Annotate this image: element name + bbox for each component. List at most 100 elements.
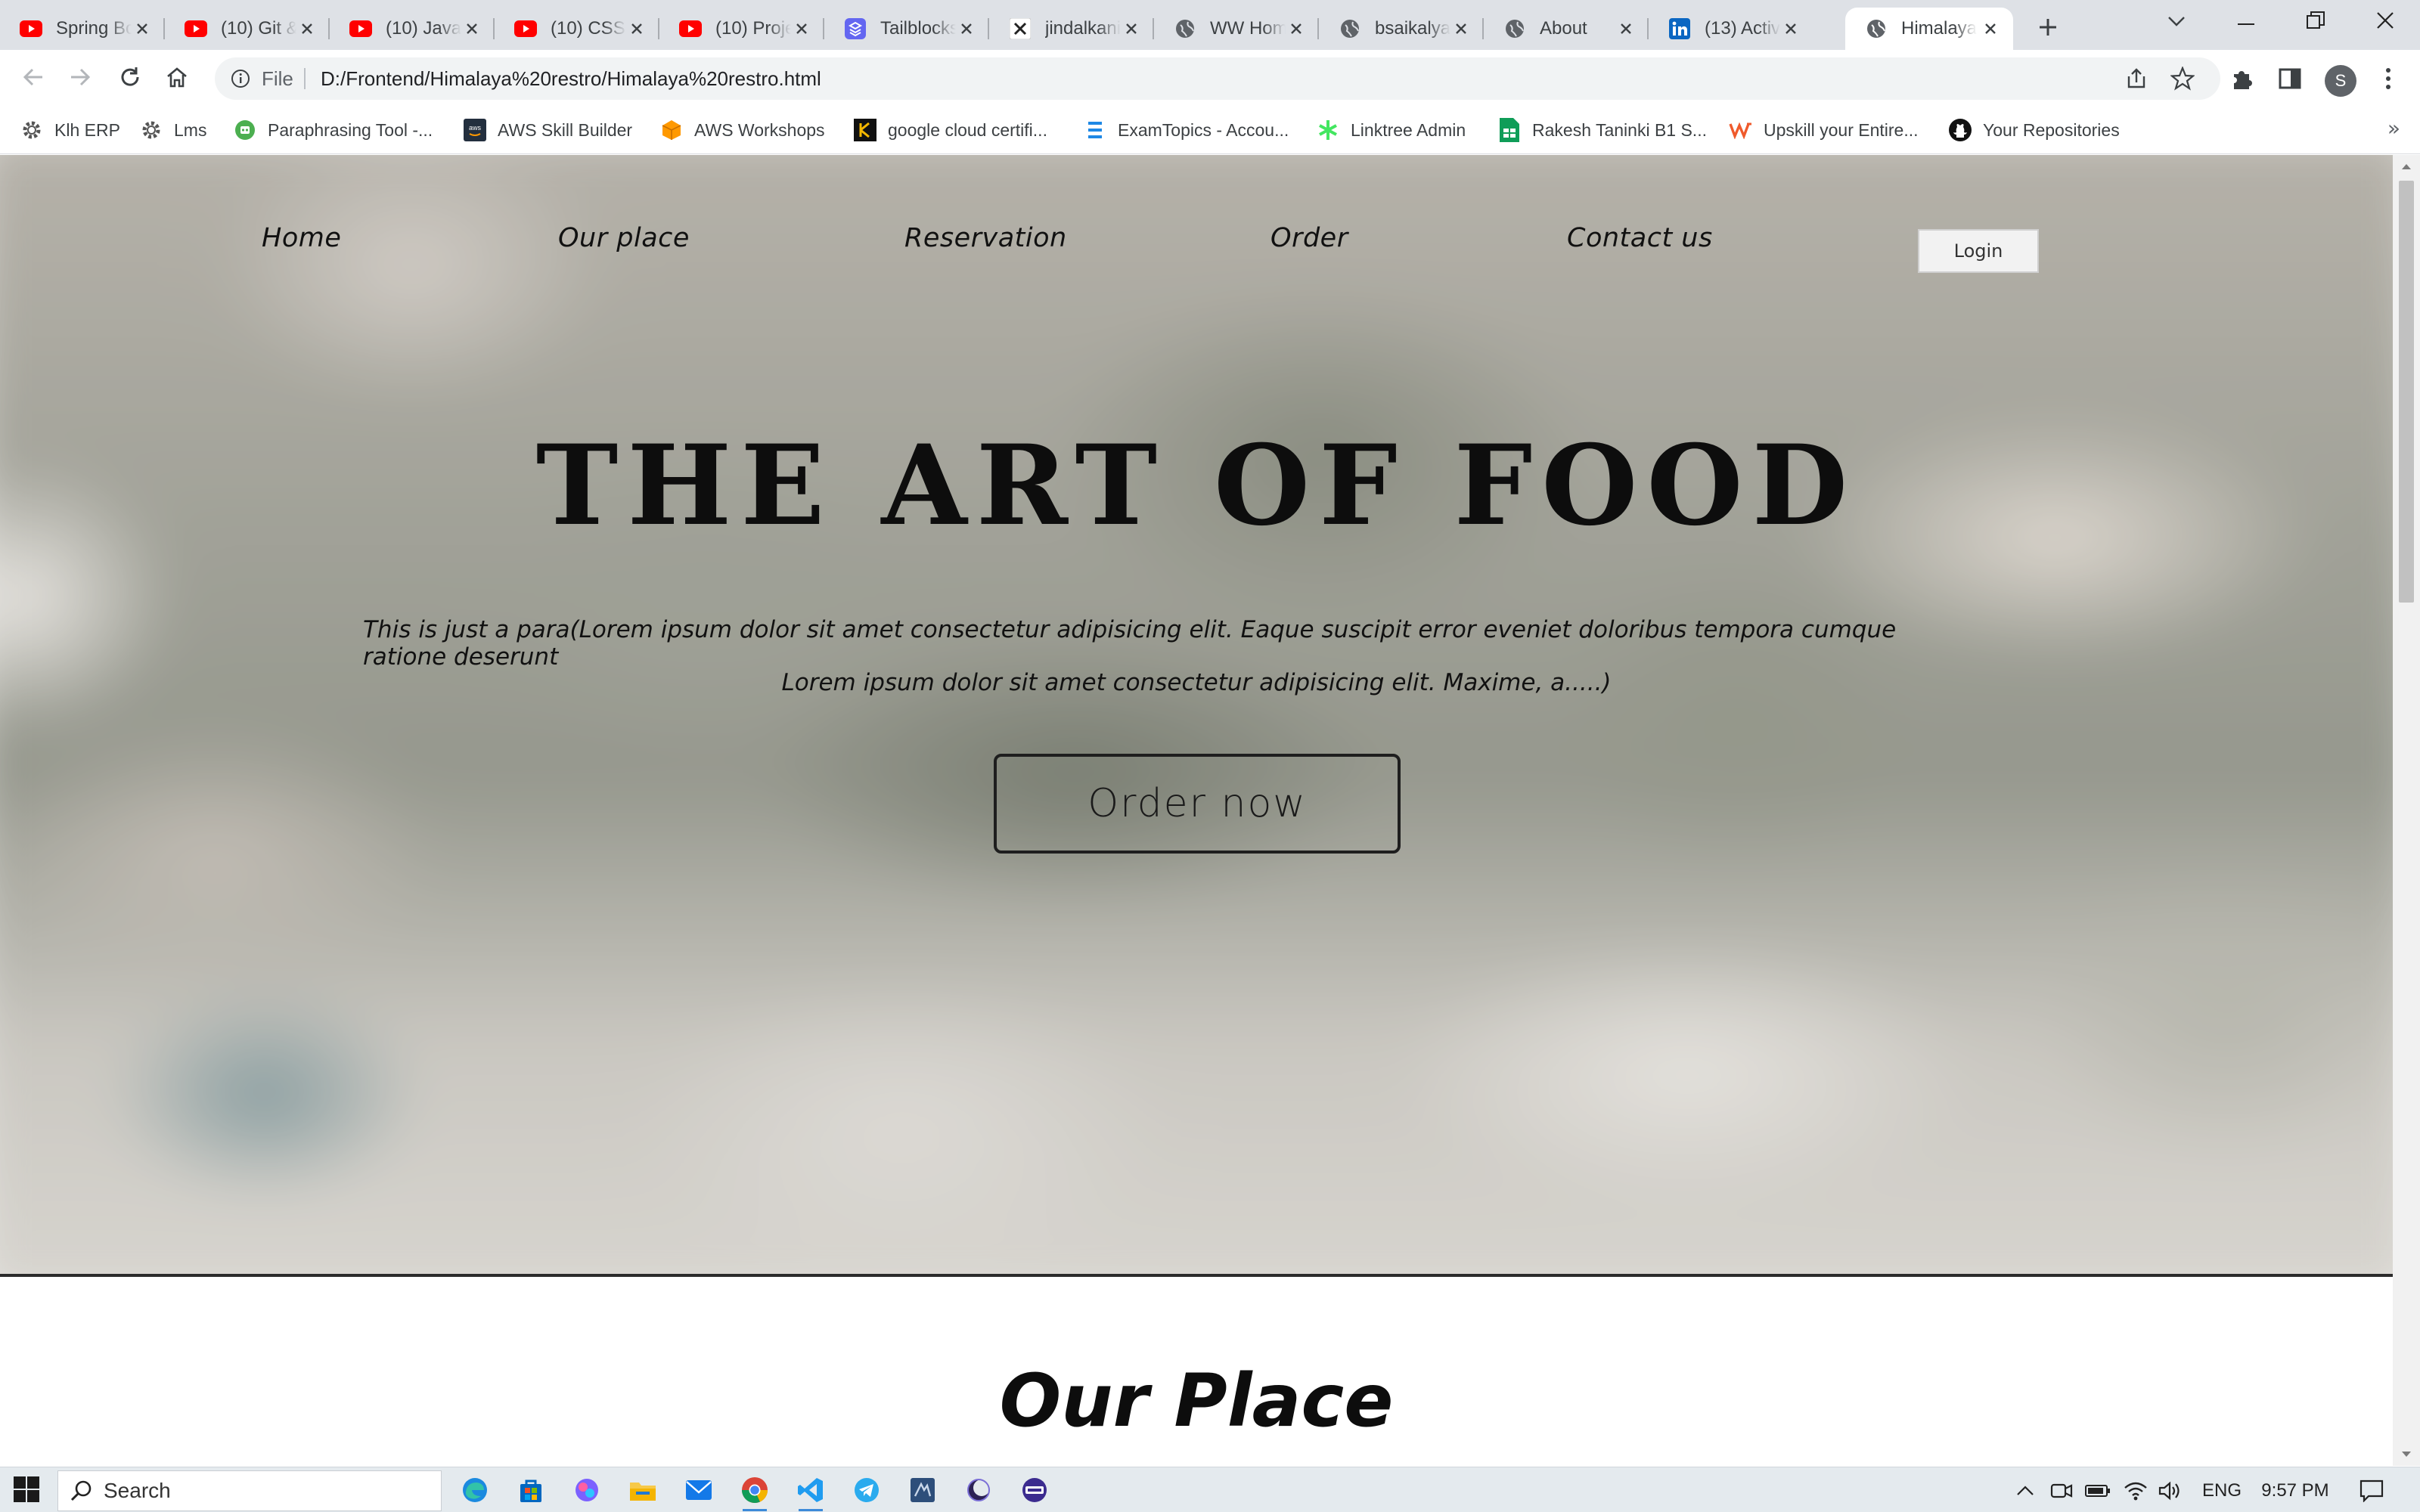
language-indicator[interactable]: ENG <box>2199 1478 2245 1504</box>
windows-start-button[interactable] <box>11 1475 42 1507</box>
meet-now-icon[interactable] <box>2048 1478 2075 1504</box>
nav-home[interactable]: Home <box>262 223 341 253</box>
bookmark-label: AWS Skill Builder <box>498 119 633 140</box>
share-icon[interactable] <box>2124 65 2151 92</box>
bookmark-upskill[interactable]: Upskill your Entire... <box>1729 115 1919 145</box>
nav-reservation[interactable]: Reservation <box>904 223 1067 253</box>
scroll-up-arrow-icon[interactable] <box>2393 155 2420 178</box>
windows-logo-icon <box>14 1476 39 1505</box>
bookmark-paraphrasing-tool[interactable]: Paraphrasing Tool -... <box>233 115 433 145</box>
terminal-icon[interactable] <box>1016 1473 1053 1507</box>
tab-bsaikalyan[interactable]: bsaikalyan <box>1319 8 1484 50</box>
star-icon[interactable] <box>2169 65 2196 92</box>
eclipse-icon[interactable] <box>960 1473 997 1507</box>
tab-title: Spring Boot <box>56 18 132 39</box>
bookmark-rakesh-taninki[interactable]: Rakesh Taninki B1 S... <box>1497 115 1707 145</box>
extensions-icon[interactable] <box>2223 60 2260 97</box>
copilot-icon[interactable] <box>569 1473 605 1507</box>
address-bar[interactable]: File D:/Frontend/Himalaya%20restro/Himal… <box>215 57 2220 100</box>
order-now-button[interactable]: Order now <box>994 754 1401 854</box>
chrome-icon[interactable] <box>737 1473 773 1511</box>
taskbar-search[interactable]: Search <box>57 1470 442 1511</box>
volume-icon[interactable] <box>2157 1478 2184 1504</box>
close-window-button[interactable] <box>2350 0 2420 44</box>
notification-icon[interactable] <box>2356 1478 2387 1504</box>
sql-icon[interactable] <box>904 1473 941 1507</box>
search-placeholder: Search <box>104 1479 171 1502</box>
bookmark-linktree[interactable]: Linktree Admin <box>1316 115 1466 145</box>
home-button[interactable] <box>159 60 195 97</box>
tab-jindalkanika[interactable]: jindalkanika <box>989 8 1154 50</box>
restore-button[interactable] <box>2281 0 2350 44</box>
page-scrollbar[interactable] <box>2393 155 2420 1466</box>
tab-title: (13) Activity <box>1705 18 1780 39</box>
tab-himalaya-restro[interactable]: Himalaya restro <box>1845 8 2013 50</box>
telegram-icon[interactable] <box>849 1473 885 1507</box>
tab-java[interactable]: (10) Java <box>330 8 495 50</box>
youtube-icon <box>20 17 42 40</box>
nav-our-place[interactable]: Our place <box>558 223 690 253</box>
info-icon[interactable] <box>228 67 253 91</box>
bookmark-your-repositories[interactable]: Your Repositories <box>1948 115 2120 145</box>
scheme-label: File <box>262 67 293 90</box>
reload-button[interactable] <box>112 60 148 97</box>
hero-divider <box>0 1274 2393 1277</box>
close-icon[interactable] <box>461 18 482 39</box>
close-icon[interactable] <box>626 18 647 39</box>
bookmark-label: Your Repositories <box>1983 119 2120 140</box>
close-icon[interactable] <box>1450 18 1472 39</box>
bookmark-examtopics[interactable]: ExamTopics - Accou... <box>1083 115 1289 145</box>
nav-contact-us[interactable]: Contact us <box>1567 223 1713 253</box>
tab-linkedin[interactable]: (13) Activity <box>1649 8 1813 50</box>
vscode-icon[interactable] <box>793 1473 829 1511</box>
url-text[interactable]: D:/Frontend/Himalaya%20restro/Himalaya%2… <box>321 67 821 91</box>
nav-order[interactable]: Order <box>1270 223 1348 253</box>
mail-icon[interactable] <box>681 1473 717 1507</box>
close-icon[interactable] <box>1980 18 2001 39</box>
tab-title: (10) Java <box>386 18 461 39</box>
close-icon[interactable] <box>1286 18 1307 39</box>
close-icon[interactable] <box>791 18 812 39</box>
back-button[interactable] <box>15 60 51 97</box>
hero-overlay <box>0 155 2393 1277</box>
tray-chevron-up-icon[interactable] <box>2012 1478 2039 1504</box>
bookmarks-overflow-button[interactable]: » <box>2387 116 2400 141</box>
store-icon[interactable] <box>513 1473 549 1507</box>
bookmark-aws-skill-builder[interactable]: aws AWS Skill Builder <box>463 115 632 145</box>
new-tab-button[interactable] <box>2031 11 2065 44</box>
bookmark-label: Klh ERP <box>54 119 120 140</box>
bookmark-klh-erp[interactable]: Klh ERP <box>20 115 120 145</box>
bookmark-label: Paraphrasing Tool -... <box>268 119 433 140</box>
close-icon[interactable] <box>1780 18 1801 39</box>
close-icon[interactable] <box>956 18 977 39</box>
close-icon[interactable] <box>1121 18 1142 39</box>
tab-search-button[interactable] <box>2142 0 2211 44</box>
tab-about[interactable]: About <box>1484 8 1649 50</box>
forward-button[interactable] <box>62 60 98 97</box>
tab-tailblocks[interactable]: Tailblocks <box>824 8 989 50</box>
battery-icon[interactable] <box>2084 1478 2111 1504</box>
close-icon[interactable] <box>1615 18 1637 39</box>
profile-avatar[interactable]: S <box>2325 65 2356 97</box>
tab-git-github[interactable]: (10) Git & GitHub <box>165 8 330 50</box>
scroll-down-arrow-icon[interactable] <box>2393 1443 2420 1466</box>
wifi-icon[interactable] <box>2122 1478 2149 1504</box>
bookmark-google-cloud[interactable]: google cloud certifi... <box>853 115 1047 145</box>
tab-css[interactable]: (10) CSS <box>495 8 659 50</box>
close-icon[interactable] <box>132 18 153 39</box>
tab-spring-boot[interactable]: Spring Boot <box>0 8 165 50</box>
bookmark-lms[interactable]: Lms <box>139 115 206 145</box>
hero-paragraph: This is just a para(Lorem ipsum dolor si… <box>363 616 1897 671</box>
file-explorer-icon[interactable] <box>625 1473 661 1507</box>
tab-ww-home[interactable]: WW Home <box>1154 8 1319 50</box>
scrollbar-thumb[interactable] <box>2399 181 2414 603</box>
tab-projects[interactable]: (10) Projects <box>659 8 824 50</box>
minimize-button[interactable] <box>2211 0 2281 44</box>
login-button[interactable]: Login <box>1918 229 2039 273</box>
side-panel-icon[interactable] <box>2272 60 2308 97</box>
clock[interactable]: 9:57 PM <box>2254 1478 2337 1504</box>
bookmark-aws-workshops[interactable]: AWS Workshops <box>659 115 825 145</box>
edge-icon[interactable] <box>457 1473 493 1507</box>
menu-kebab-icon[interactable] <box>2370 60 2406 97</box>
close-icon[interactable] <box>296 18 318 39</box>
